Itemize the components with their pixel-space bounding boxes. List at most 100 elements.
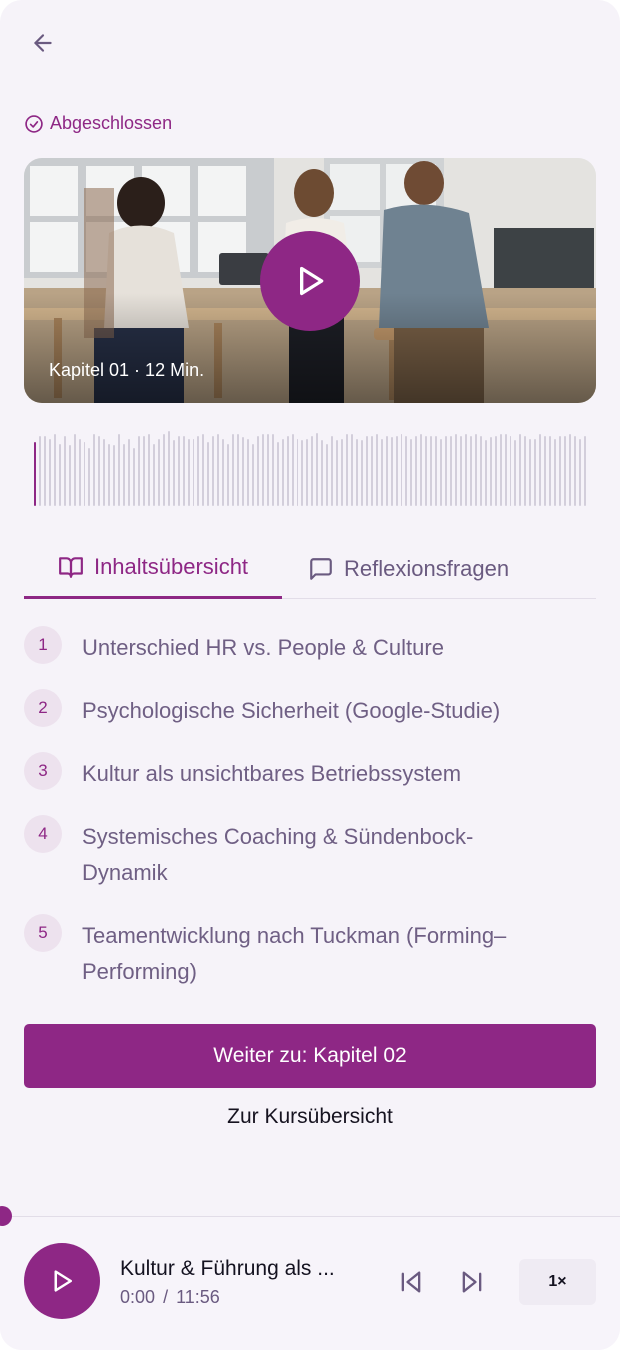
waveform-bar	[440, 439, 443, 506]
chapter-video[interactable]: Kapitel 01 · 12 Min.	[24, 158, 596, 403]
previous-button[interactable]	[396, 1267, 426, 1297]
waveform-bar	[549, 436, 552, 506]
mini-player: Kultur & Führung als ... 0:00 / 11:56 1×	[0, 1206, 620, 1350]
waveform-bar	[435, 436, 438, 506]
waveform-bar	[346, 434, 348, 506]
outline-item[interactable]: 3 Kultur als unsichtbares Betriebssystem	[24, 752, 596, 792]
waveform-bar	[380, 439, 383, 506]
waveform-bar	[227, 444, 230, 506]
waveform-bar	[420, 434, 423, 506]
waveform-bar	[88, 448, 91, 506]
status-label: Abgeschlossen	[50, 113, 173, 133]
outline-number: 4	[24, 815, 62, 853]
track-title: Kultur & Führung als ...	[120, 1257, 335, 1280]
waveform-bar	[519, 434, 522, 506]
outline-number: 1	[24, 626, 62, 664]
waveform-bar	[261, 434, 264, 506]
check-circle-icon	[25, 114, 43, 133]
waveform-bar	[306, 439, 309, 506]
chapter-outline: 1 Unterschied HR vs. People & Culture 2 …	[24, 626, 596, 1013]
outline-title: Teamentwicklung nach Tuckman (Forming–Pe…	[82, 923, 507, 984]
waveform-bar	[108, 444, 111, 506]
waveform-bar	[138, 436, 140, 506]
waveform-bar	[286, 436, 289, 506]
waveform-bar	[534, 439, 537, 506]
waveform-bar	[479, 436, 482, 506]
waveform-bar	[68, 445, 71, 506]
course-overview-link[interactable]: Zur Kursübersicht	[0, 1105, 620, 1129]
outline-title: Unterschied HR vs. People & Culture	[82, 635, 444, 660]
waveform-bar	[301, 440, 304, 506]
completion-status: Abgeschlossen	[24, 113, 172, 134]
waveform-bar	[192, 439, 195, 506]
waveform-bar	[365, 436, 368, 506]
next-button[interactable]	[457, 1267, 487, 1297]
waveform-bar	[113, 445, 116, 506]
waveform-bar	[256, 436, 259, 506]
tab-reflexionsfragen[interactable]: Reflexionsfragen	[308, 538, 509, 599]
waveform-bar	[385, 436, 388, 506]
waveform-bar	[202, 434, 205, 506]
book-open-icon	[59, 557, 83, 578]
waveform-bar	[222, 439, 225, 506]
waveform-bar	[509, 436, 512, 506]
waveform-bar	[405, 436, 408, 506]
waveform-bar	[430, 436, 433, 506]
back-button[interactable]	[24, 24, 62, 62]
player-play-button[interactable]	[24, 1243, 100, 1319]
play-icon	[300, 266, 324, 296]
waveform-bar	[93, 434, 96, 506]
waveform-bar	[296, 439, 299, 506]
waveform-bar	[395, 436, 398, 506]
playback-progress-handle[interactable]	[0, 1206, 12, 1226]
waveform-bar	[48, 439, 51, 506]
waveform-bar	[445, 436, 448, 506]
outline-item[interactable]: 2 Psychologische Sicherheit (Google-Stud…	[24, 689, 596, 729]
arrow-left-icon	[34, 34, 52, 52]
waveform-bar	[281, 439, 284, 506]
playback-speed-button[interactable]: 1×	[519, 1259, 596, 1305]
waveform-bar	[266, 434, 269, 506]
audio-waveform[interactable]	[34, 428, 586, 506]
tab-inhaltsuebersicht[interactable]: Inhaltsübersicht	[24, 538, 282, 599]
waveform-bar	[321, 440, 324, 506]
waveform-bar	[341, 439, 344, 506]
outline-title: Kultur als unsichtbares Betriebssystem	[82, 761, 462, 786]
outline-number: 2	[24, 689, 62, 727]
waveform-bar	[351, 434, 353, 506]
outline-title: Psychologische Sicherheit (Google-Studie…	[82, 698, 501, 723]
waveform-bar	[494, 436, 497, 506]
waveform-bar	[103, 439, 106, 506]
time-separator: /	[163, 1287, 169, 1307]
waveform-bar	[425, 436, 428, 506]
waveform-bar	[242, 437, 244, 506]
waveform-bar	[524, 436, 527, 506]
waveform-bar	[217, 434, 220, 506]
outline-item[interactable]: 5 Teamentwicklung nach Tuckman (Forming–…	[24, 914, 596, 990]
waveform-bar	[237, 434, 240, 506]
outline-title: Systemisches Coaching & Sündenbock-Dynam…	[82, 824, 474, 885]
duration: 11:56	[176, 1287, 220, 1307]
waveform-bar	[514, 440, 517, 506]
track-time: 0:00 / 11:56	[120, 1287, 220, 1308]
waveform-bar	[276, 442, 279, 506]
waveform-bar	[128, 439, 131, 506]
waveform-bar	[544, 436, 547, 506]
waveform-bar	[336, 440, 339, 506]
waveform-bar	[53, 434, 56, 506]
waveform-bar	[78, 439, 81, 506]
waveform-bar	[172, 440, 175, 506]
waveform-bar	[271, 434, 274, 506]
next-chapter-button[interactable]: Weiter zu: Kapitel 02	[24, 1024, 596, 1088]
skip-forward-icon	[462, 1271, 482, 1293]
waveform-bar	[390, 437, 393, 506]
waveform-bar	[400, 434, 403, 506]
waveform-bar	[157, 439, 160, 506]
outline-item[interactable]: 1 Unterschied HR vs. People & Culture	[24, 626, 596, 666]
video-play-button[interactable]	[260, 231, 360, 331]
outline-item[interactable]: 4 Systemisches Coaching & Sündenbock-Dyn…	[24, 815, 596, 891]
waveform-bar	[529, 439, 532, 506]
waveform-bar	[142, 436, 145, 506]
waveform-bar	[499, 434, 502, 506]
waveform-bar	[187, 439, 190, 506]
